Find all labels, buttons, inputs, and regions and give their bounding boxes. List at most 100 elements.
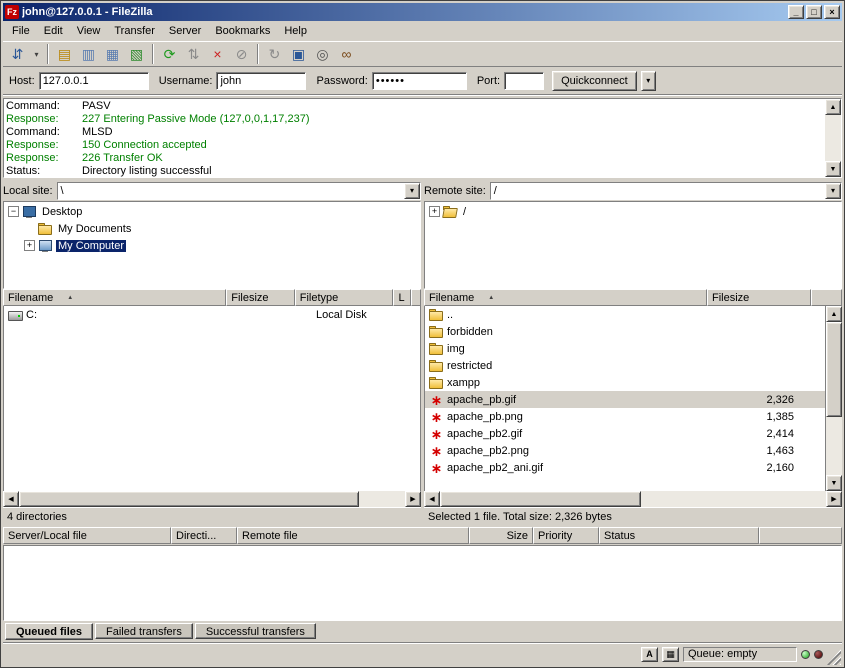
directory-comparison-icon[interactable]: ▣ <box>287 43 310 65</box>
tab-queued-files[interactable]: Queued files <box>5 623 93 640</box>
menu-transfer[interactable]: Transfer <box>107 23 162 39</box>
file-row[interactable]: apache_pb2.png1,463 <box>425 442 825 459</box>
local-hscrollbar[interactable]: ◀ ▶ <box>3 491 421 507</box>
host-input[interactable] <box>39 72 149 90</box>
local-file-list[interactable]: C:Local Disk <box>3 306 421 491</box>
scroll-down-icon[interactable]: ▼ <box>826 475 842 491</box>
menu-server[interactable]: Server <box>162 23 208 39</box>
local-tree-icon[interactable]: ▦ <box>101 43 124 65</box>
process-queue-icon[interactable]: ⇅ <box>182 43 205 65</box>
reconnect-icon[interactable]: ↻ <box>263 43 286 65</box>
close-button[interactable]: × <box>824 5 840 19</box>
file-row[interactable]: forbidden <box>425 323 825 340</box>
file-row[interactable]: img <box>425 340 825 357</box>
menu-help[interactable]: Help <box>277 23 314 39</box>
remote-vscrollbar[interactable]: ▲ ▼ <box>826 306 842 491</box>
quickconnect-dropdown[interactable]: ▾ <box>641 71 656 91</box>
scroll-left-icon[interactable]: ◀ <box>424 491 440 507</box>
tree-expander-plus-icon[interactable]: + <box>24 240 35 251</box>
connect-dropdown-icon[interactable]: ▾ <box>30 43 43 65</box>
remote-hscroll-track[interactable] <box>440 491 826 507</box>
tab-failed-transfers[interactable]: Failed transfers <box>95 623 193 639</box>
filter-icon[interactable]: ∞ <box>335 43 358 65</box>
queue-column-header-server-local-file[interactable]: Server/Local file <box>3 527 171 544</box>
connect-icon[interactable]: ⇵ <box>6 43 29 65</box>
log-scrollbar[interactable]: ▲ ▼ <box>825 99 841 177</box>
tree-expander-minus-icon[interactable]: − <box>8 206 19 217</box>
tree-expander-plus-icon[interactable]: + <box>429 206 440 217</box>
remote-directory-tree[interactable]: +/ <box>424 201 842 289</box>
scroll-down-icon[interactable]: ▼ <box>825 161 841 177</box>
remote-vscroll-thumb[interactable] <box>826 322 842 417</box>
local-file-rows[interactable]: C:Local Disk <box>3 306 421 491</box>
cancel-icon[interactable]: × <box>206 43 229 65</box>
scroll-left-icon[interactable]: ◀ <box>3 491 19 507</box>
queue-column-header-size[interactable]: Size <box>469 527 533 544</box>
remote-hscroll-thumb[interactable] <box>440 491 641 507</box>
scroll-up-icon[interactable]: ▲ <box>826 306 842 322</box>
remote-tree-item[interactable]: +/ <box>425 203 841 220</box>
queue-column-header-priority[interactable]: Priority <box>533 527 599 544</box>
password-input[interactable] <box>372 72 467 90</box>
remote-hscrollbar[interactable]: ◀ ▶ <box>424 491 842 507</box>
scroll-up-icon[interactable]: ▲ <box>825 99 841 115</box>
file-row[interactable]: apache_pb2.gif2,414 <box>425 425 825 442</box>
file-row[interactable]: .. <box>425 306 825 323</box>
remote-tree-icon[interactable]: ▧ <box>125 43 148 65</box>
menu-edit[interactable]: Edit <box>37 23 70 39</box>
local-site-combo[interactable]: \ ▾ <box>57 182 421 200</box>
column-header-l[interactable]: L <box>393 289 411 306</box>
chevron-down-icon[interactable]: ▾ <box>825 183 841 199</box>
log-line: Response:226 Transfer OK <box>6 152 823 165</box>
quickconnect-button[interactable]: Quickconnect <box>552 71 637 91</box>
column-header-filetype[interactable]: Filetype <box>295 289 394 306</box>
column-header-filesize[interactable]: Filesize <box>707 289 811 306</box>
local-hscroll-track[interactable] <box>19 491 405 507</box>
local-site-row: Local site: \ ▾ <box>3 180 421 201</box>
ascii-mode-icon[interactable]: A <box>641 647 658 662</box>
file-row[interactable]: xampp <box>425 374 825 391</box>
queue-column-header-directi[interactable]: Directi... <box>171 527 237 544</box>
menu-view[interactable]: View <box>70 23 108 39</box>
resize-grip[interactable] <box>827 649 841 665</box>
menu-file[interactable]: File <box>5 23 37 39</box>
queue-column-header-remote-file[interactable]: Remote file <box>237 527 469 544</box>
transfer-queue[interactable] <box>3 545 842 621</box>
keypad-icon[interactable]: ▦ <box>662 647 679 662</box>
local-tree-item[interactable]: −Desktop <box>4 203 420 220</box>
column-header-filename[interactable]: Filename▲ <box>424 289 707 306</box>
tab-successful-transfers[interactable]: Successful transfers <box>195 623 316 639</box>
file-row[interactable]: apache_pb.gif2,326 <box>425 391 825 408</box>
column-header-filesize[interactable]: Filesize <box>226 289 295 306</box>
local-tree-item[interactable]: My Documents <box>4 220 420 237</box>
port-input[interactable] <box>504 72 544 90</box>
username-input[interactable] <box>216 72 306 90</box>
remote-site-combo[interactable]: / ▾ <box>490 182 842 200</box>
file-row[interactable]: apache_pb2_ani.gif2,160 <box>425 459 825 476</box>
refresh-icon[interactable]: ⟳ <box>158 43 181 65</box>
remote-file-list[interactable]: ..forbiddenimgrestrictedxamppapache_pb.g… <box>424 306 842 491</box>
file-row[interactable]: apache_pb.png1,385 <box>425 408 825 425</box>
column-header-filename[interactable]: Filename▲ <box>3 289 226 306</box>
menu-bookmarks[interactable]: Bookmarks <box>208 23 277 39</box>
site-manager-icon[interactable]: ▤ <box>53 43 76 65</box>
title-bar[interactable]: Fz john@127.0.0.1 - FileZilla _□× <box>3 3 842 21</box>
log-line: Command:MLSD <box>6 126 823 139</box>
file-row[interactable]: restricted <box>425 357 825 374</box>
scroll-right-icon[interactable]: ▶ <box>826 491 842 507</box>
local-directory-tree[interactable]: −DesktopMy Documents+My Computer <box>3 201 421 289</box>
remote-file-rows[interactable]: ..forbiddenimgrestrictedxamppapache_pb.g… <box>424 306 826 491</box>
local-hscroll-thumb[interactable] <box>19 491 359 507</box>
queue-column-header-status[interactable]: Status <box>599 527 759 544</box>
find-files-icon[interactable]: ◎ <box>311 43 334 65</box>
log-scroll-track[interactable] <box>825 115 841 161</box>
minimize-button[interactable]: _ <box>788 5 804 19</box>
file-row[interactable]: C:Local Disk <box>4 306 420 323</box>
scroll-right-icon[interactable]: ▶ <box>405 491 421 507</box>
maximize-button[interactable]: □ <box>806 5 822 19</box>
disconnect-icon[interactable]: ⊘ <box>230 43 253 65</box>
remote-vscroll-track[interactable] <box>826 322 842 475</box>
message-log-icon[interactable]: ▥ <box>77 43 100 65</box>
chevron-down-icon[interactable]: ▾ <box>404 183 420 199</box>
local-tree-item[interactable]: +My Computer <box>4 237 420 254</box>
